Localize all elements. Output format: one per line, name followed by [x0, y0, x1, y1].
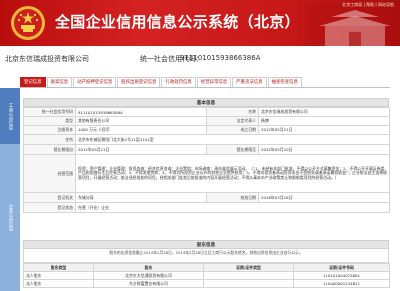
table-header-row: 股东类型 股东 证照/证件类型 证照/证件号码 [23, 263, 390, 272]
header-links[interactable]: 北京工商局 | 帮助 | 网站导航 [342, 2, 394, 8]
tab-equity-pledge[interactable]: 股权出质登记信息 [117, 77, 161, 87]
shareholder-type: 法人股东 [23, 279, 94, 288]
authority-cell: 东城分局 [75, 192, 207, 203]
company-name-cell: 北京东信瑞成投资有限公司 [258, 107, 390, 117]
basic-info-table: 统一社会信用代码 91110101593866386A 名称 北京东信瑞成投资有… [23, 107, 390, 213]
registered-capital-cell: 1000 万元 人民币 [75, 125, 207, 135]
field-label: 注册资本 [23, 125, 76, 135]
table-row: 经营范围 投资；资产管理；企业管理；投资咨询；经济信息咨询；企业策划；市场调查；… [23, 154, 390, 193]
status-cell: 在营（开业）企业 [75, 202, 390, 213]
sidebar-section-enterprise-label: 企业公示信息 [8, 204, 13, 231]
approval-date-cell: 2016年03月18日 [258, 192, 390, 203]
table-row: 住所 北京市东城区朝阳门北大街1号11层1101室 [23, 134, 390, 145]
tab-spot-check[interactable]: 抽查检查信息 [267, 77, 302, 87]
column-header: 证照/证件类型 [203, 263, 294, 272]
address-cell: 北京市东城区朝阳门北大街1号11层1101室 [75, 134, 390, 145]
table-row: 法人股东 东方财富置业有限公司 110000001234621 [23, 279, 390, 288]
field-label: 登记状态 [23, 202, 76, 213]
id-number: 110101004075861 [293, 271, 390, 280]
shareholder-table: 股东类型 股东 证照/证件类型 证照/证件号码 法人股东 北京东方信通投资有限公… [23, 263, 390, 288]
table-row: 注册资本 1000 万元 人民币 成立日期 2012年05月21日 [23, 125, 390, 135]
basic-info-header: 基本信息 [23, 98, 389, 107]
sidebar-section-aic-label: 工商公示信息 [8, 102, 13, 130]
table-row: 类型 其他有限责任公司 法定代表人 杨博 [23, 116, 390, 126]
column-header: 股东类型 [23, 263, 94, 272]
field-label: 成立日期 [206, 125, 259, 135]
tab-administrative-penalty[interactable]: 行政处罚信息 [161, 77, 196, 87]
shareholder-name: 东方财富置业有限公司 [93, 279, 204, 288]
field-label: 住所 [23, 134, 76, 145]
table-row: 登记机关 东城分局 核准日期 2016年03月18日 [23, 192, 390, 203]
id-number: 110000001234621 [293, 279, 390, 288]
column-header: 证照/证件号码 [293, 263, 390, 272]
header-banner: 全国企业信用信息公示系统（北京） 北京工商局 | 帮助 | 网站导航 [0, 0, 400, 46]
table-row: 营业期限自 2012年05月21日 营业期限至 2032年05月20日 [23, 144, 390, 155]
id-type [203, 279, 294, 288]
site-title: 全国企业信用信息公示系统（北京） [55, 13, 300, 31]
field-label: 统一社会信用代码 [23, 107, 76, 117]
field-label: 营业期限自 [23, 144, 76, 155]
tab-abnormal-operation[interactable]: 经营异常信息 [196, 77, 232, 87]
term-from-cell: 2012年05月21日 [75, 144, 207, 155]
tab-filing[interactable]: 备案信息 [46, 77, 73, 87]
table-row: 登记状态 在营（开业）企业 [23, 202, 390, 213]
company-type-cell: 其他有限责任公司 [75, 116, 207, 126]
founded-date-cell: 2012年05月21日 [258, 125, 390, 135]
sidebar-section-enterprise[interactable]: 企业公示信息 [0, 144, 20, 291]
company-name: 北京东信瑞成投资有限公司 [5, 55, 89, 63]
field-label: 名称 [206, 107, 259, 117]
credit-code-cell: 91110101593866386A [75, 107, 207, 117]
legal-rep-cell: 杨博 [258, 116, 390, 126]
field-label: 经营范围 [23, 154, 76, 193]
shareholder-note: 股东的出资信息截止2014年2月28日。2014年2月28日之后工商只公示股东姓… [23, 249, 389, 263]
company-summary-bar: 北京东信瑞成投资有限公司 统一社会信用代码： 91110101593866386… [0, 52, 400, 66]
term-to-cell: 2032年05月20日 [258, 144, 390, 155]
shareholder-header: 股东信息 [23, 240, 389, 249]
shareholder-name: 北京东方信通投资有限公司 [93, 271, 204, 280]
field-label: 核准日期 [206, 192, 259, 203]
table-row: 统一社会信用代码 91110101593866386A 名称 北京东信瑞成投资有… [23, 107, 390, 117]
field-label: 登记机关 [23, 192, 76, 203]
column-header: 股东 [93, 263, 204, 272]
field-label: 法定代表人 [206, 116, 259, 126]
tab-serious-violation[interactable]: 严重违法信息 [232, 77, 267, 87]
tab-registration[interactable]: 登记信息 [20, 77, 46, 87]
field-label: 营业期限至 [206, 144, 259, 155]
tab-chattel-mortgage[interactable]: 动产抵押登记信息 [73, 77, 117, 87]
tiananmen-graphic-icon [305, 4, 400, 46]
basic-info-panel: 基本信息 统一社会信用代码 91110101593866386A 名称 北京东信… [23, 98, 390, 213]
id-type [203, 271, 294, 280]
national-emblem-icon [11, 6, 45, 40]
sidebar-section-aic[interactable]: 工商公示信息 [0, 88, 20, 144]
credit-code-value: 91110101593866386A [180, 54, 261, 62]
field-label: 类型 [23, 116, 76, 126]
business-scope-cell: 投资；资产管理；企业管理；投资咨询；经济信息咨询；企业策划；市场调查；承办展览展… [75, 154, 390, 193]
table-row: 法人股东 北京东方信通投资有限公司 110101004075861 [23, 271, 390, 280]
shareholder-panel: 股东信息 股东的出资信息截止2014年2月28日。2014年2月28日之后工商只… [23, 240, 390, 288]
shareholder-type: 法人股东 [23, 271, 94, 280]
info-tabs: 登记信息 备案信息 动产抵押登记信息 股权出质登记信息 行政处罚信息 经营异常信… [20, 77, 390, 88]
